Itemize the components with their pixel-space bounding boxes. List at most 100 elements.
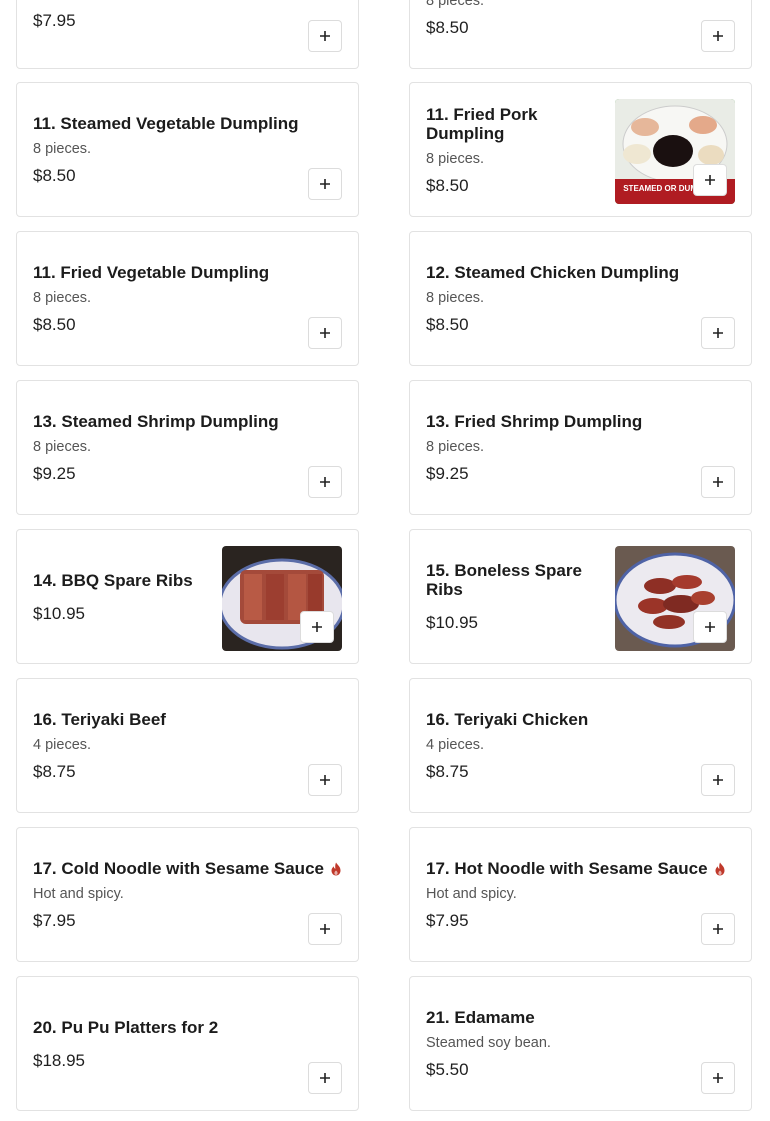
menu-item-title: 11. Steamed Vegetable Dumpling (33, 114, 299, 133)
menu-item-price: $5.50 (426, 1060, 469, 1079)
add-to-cart-button[interactable] (300, 611, 334, 643)
menu-item-text: 13. Steamed Shrimp Dumpling 8 pieces. $9… (33, 381, 342, 514)
add-to-cart-button[interactable] (701, 466, 735, 498)
add-to-cart-button[interactable] (308, 1062, 342, 1094)
menu-item-title: 13. Steamed Shrimp Dumpling (33, 412, 279, 431)
menu-item-text: 15. Boneless Spare Ribs $10.95 (426, 530, 611, 663)
menu-item-title: 17. Hot Noodle with Sesame Sauce (426, 859, 735, 878)
plus-icon (713, 31, 723, 41)
menu-item-price: $8.50 (33, 315, 76, 334)
menu-item-text: 16. Teriyaki Beef 4 pieces. $8.75 (33, 679, 342, 812)
plus-icon (320, 924, 330, 934)
menu-item-text: 11. Fried Vegetable Dumpling 8 pieces. $… (33, 232, 342, 365)
menu-item-text: 21. Edamame Steamed soy bean. $5.50 (426, 977, 735, 1110)
add-to-cart-button[interactable] (701, 317, 735, 349)
add-to-cart-button[interactable] (308, 168, 342, 200)
menu-item-description: 8 pieces. (33, 141, 92, 157)
add-to-cart-button[interactable] (308, 466, 342, 498)
menu-item-card[interactable]: 15. Boneless Spare Ribs $10.95 (409, 529, 752, 664)
menu-item-description: 8 pieces. (33, 439, 92, 455)
plus-icon (713, 328, 723, 338)
plus-icon (705, 622, 715, 632)
menu-item-description: Hot and spicy. (426, 886, 517, 902)
menu-item-card[interactable]: 16. Teriyaki Chicken 4 pieces. $8.75 (409, 678, 752, 813)
add-to-cart-button[interactable] (701, 764, 735, 796)
menu-item-title: 20. Pu Pu Platters for 2 (33, 1017, 219, 1037)
plus-icon (713, 477, 723, 487)
menu-item-description: Hot and spicy. (33, 886, 124, 902)
menu-item-title: 12. Steamed Chicken Dumpling (426, 263, 680, 282)
plus-icon (312, 622, 322, 632)
menu-item-price: $8.50 (33, 166, 76, 185)
add-to-cart-button[interactable] (701, 913, 735, 945)
menu-item-text: 17. Cold Noodle with Sesame Sauce Hot an… (33, 828, 342, 961)
plus-icon (713, 924, 723, 934)
menu-grid: $7.95 8 pieces. $8.50 11. Steamed Vegeta… (0, 0, 770, 1121)
menu-item-description: 8 pieces. (33, 290, 92, 306)
add-to-cart-button[interactable] (693, 611, 727, 643)
menu-item-price: $8.75 (33, 762, 76, 781)
plus-icon (320, 31, 330, 41)
menu-item-photo[interactable] (615, 546, 735, 651)
add-to-cart-button[interactable] (308, 317, 342, 349)
menu-item-photo[interactable] (222, 546, 342, 651)
menu-item-description: 8 pieces. (426, 439, 485, 455)
menu-item-card[interactable]: 14. BBQ Spare Ribs $10.95 (16, 529, 359, 664)
menu-item-photo[interactable]: STEAMED OR DUMPLINGS (615, 99, 735, 204)
menu-item-text: 12. Steamed Chicken Dumpling 8 pieces. $… (426, 232, 735, 365)
menu-item-title: 17. Cold Noodle with Sesame Sauce (33, 859, 342, 878)
add-to-cart-button[interactable] (693, 164, 727, 196)
menu-item-price: $8.75 (426, 762, 469, 781)
menu-item-title: 11. Fried Vegetable Dumpling (33, 263, 270, 282)
menu-item-description: 8 pieces. (426, 290, 485, 306)
menu-item-card[interactable]: 13. Steamed Shrimp Dumpling 8 pieces. $9… (16, 380, 359, 515)
menu-item-card[interactable]: 17. Cold Noodle with Sesame Sauce Hot an… (16, 827, 359, 962)
plus-icon (705, 175, 715, 185)
add-to-cart-button[interactable] (701, 1062, 735, 1094)
menu-item-price: $9.25 (33, 464, 76, 483)
menu-item-text: 20. Pu Pu Platters for 2 $18.95 (33, 977, 342, 1110)
plus-icon (713, 1073, 723, 1083)
menu-item-description: Steamed soy bean. (426, 1035, 551, 1051)
menu-item-card[interactable]: 13. Fried Shrimp Dumpling 8 pieces. $9.2… (409, 380, 752, 515)
menu-item-price: $7.95 (33, 11, 76, 30)
menu-item-title: 21. Edamame (426, 1008, 535, 1027)
menu-item-title: 13. Fried Shrimp Dumpling (426, 412, 643, 431)
menu-item-price: $8.50 (426, 18, 469, 37)
menu-item-title: 14. BBQ Spare Ribs (33, 570, 193, 590)
plus-icon (320, 179, 330, 189)
menu-item-text: 11. Fried Pork Dumpling 8 pieces. $8.50 (426, 83, 611, 216)
menu-item-card[interactable]: 11. Steamed Vegetable Dumpling 8 pieces.… (16, 82, 359, 217)
menu-item-card[interactable]: 21. Edamame Steamed soy bean. $5.50 (409, 976, 752, 1111)
add-to-cart-button[interactable] (308, 913, 342, 945)
menu-item-title: 11. Fried Pork Dumpling (426, 104, 538, 143)
menu-item-title: 15. Boneless Spare Ribs (426, 561, 582, 599)
menu-item-price: $7.95 (426, 911, 469, 930)
menu-item-text: $7.95 (33, 0, 342, 68)
menu-item-price: $10.95 (33, 603, 85, 623)
menu-item-card[interactable]: 12. Steamed Chicken Dumpling 8 pieces. $… (409, 231, 752, 366)
add-to-cart-button[interactable] (308, 764, 342, 796)
menu-item-description: 4 pieces. (426, 737, 485, 753)
menu-item-card[interactable]: 11. Fried Vegetable Dumpling 8 pieces. $… (16, 231, 359, 366)
chili-pepper-icon (331, 862, 341, 875)
menu-item-price: $9.25 (426, 464, 469, 483)
menu-item-text: 11. Steamed Vegetable Dumpling 8 pieces.… (33, 83, 342, 216)
menu-item-card[interactable]: 16. Teriyaki Beef 4 pieces. $8.75 (16, 678, 359, 813)
menu-item-price: $7.95 (33, 911, 76, 930)
menu-item-card[interactable]: 20. Pu Pu Platters for 2 $18.95 (16, 976, 359, 1111)
plus-icon (320, 775, 330, 785)
menu-item-card[interactable]: 11. Fried Pork Dumpling 8 pieces. $8.50 … (409, 82, 752, 217)
menu-item-title: 16. Teriyaki Beef (33, 710, 166, 729)
menu-item-description: 8 pieces. (426, 0, 485, 9)
add-to-cart-button[interactable] (308, 20, 342, 52)
menu-item-price: $18.95 (33, 1050, 85, 1070)
menu-item-card[interactable]: 17. Hot Noodle with Sesame Sauce Hot and… (409, 827, 752, 962)
menu-item-title-text: 17. Hot Noodle with Sesame Sauce (426, 859, 708, 878)
menu-item-title: 16. Teriyaki Chicken (426, 710, 589, 729)
menu-item-card[interactable]: 8 pieces. $8.50 (409, 0, 752, 69)
add-to-cart-button[interactable] (701, 20, 735, 52)
menu-item-card[interactable]: $7.95 (16, 0, 359, 69)
menu-item-text: 17. Hot Noodle with Sesame Sauce Hot and… (426, 828, 735, 961)
menu-item-price: $8.50 (426, 315, 469, 334)
